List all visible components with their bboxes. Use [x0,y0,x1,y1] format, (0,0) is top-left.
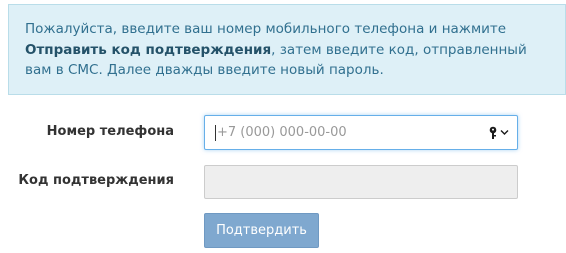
phone-input[interactable] [217,116,477,149]
confirm-button[interactable]: Подтвердить [204,213,319,248]
text-cursor [215,125,216,141]
code-label: Код подтверждения [18,173,174,188]
phone-label: Номер телефона [46,124,174,139]
info-text-before: Пожалуйста, введите ваш номер мобильного… [25,21,507,37]
info-bold-action: Отправить код подтверждения [25,41,272,58]
info-alert: Пожалуйста, введите ваш номер мобильного… [8,4,566,95]
chevron-down-icon[interactable] [500,129,509,136]
key-icon[interactable] [487,126,499,140]
phone-field[interactable] [204,115,518,150]
code-field [204,165,518,199]
